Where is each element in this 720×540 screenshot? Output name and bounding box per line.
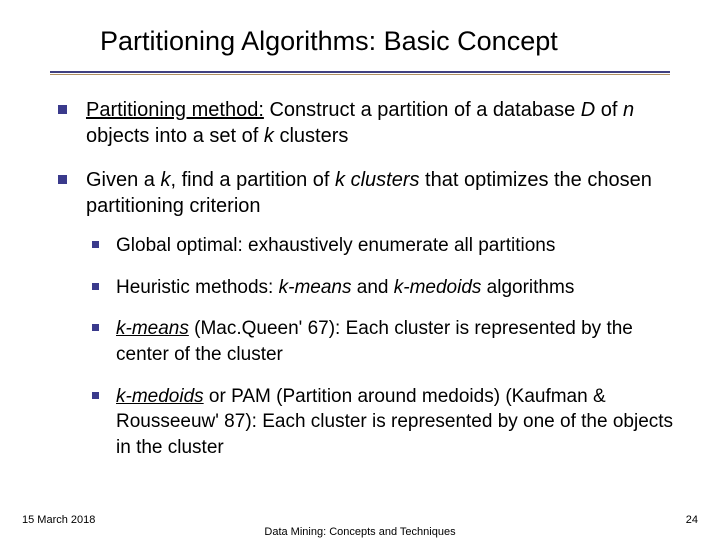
text: , find a partition of [170, 169, 335, 191]
bullet-item: Given a k, find a partition of k cluster… [52, 167, 680, 460]
footer-title: Data Mining: Concepts and Techniques [0, 526, 720, 538]
text: Given a [86, 169, 160, 191]
sub-bullet-item: Global optimal: exhaustively enumerate a… [86, 233, 680, 259]
text-underline: Partitioning method: [86, 99, 264, 121]
bullet-list-inner: Global optimal: exhaustively enumerate a… [86, 233, 680, 460]
sub-bullet-item: k-means (Mac.Queen' 67): Each cluster is… [86, 316, 680, 367]
bullet-item: Partitioning method: Construct a partiti… [52, 97, 680, 149]
slide-title: Partitioning Algorithms: Basic Concept [100, 26, 680, 57]
text: Construct a partition of a database [264, 99, 581, 121]
text: (Mac.Queen' 67): Each cluster is represe… [116, 318, 633, 365]
text: algorithms [481, 277, 574, 298]
text-italic: k [264, 125, 274, 147]
text-italic-underline: k-means [116, 318, 189, 339]
text: objects into a set of [86, 125, 264, 147]
text-italic: n [623, 99, 634, 121]
text-italic-underline: k-medoids [116, 386, 204, 407]
sub-bullet-item: k-medoids or PAM (Partition around medoi… [86, 384, 680, 461]
text-italic: k [160, 169, 170, 191]
sub-bullet-item: Heuristic methods: k-means and k-medoids… [86, 275, 680, 301]
text: Heuristic methods: [116, 277, 279, 298]
slide-content: Partitioning method: Construct a partiti… [0, 75, 720, 460]
footer-date: 15 March 2018 [22, 514, 95, 526]
text: Global optimal: exhaustively enumerate a… [116, 235, 555, 256]
text-italic: k-means [279, 277, 352, 298]
bullet-list-outer: Partitioning method: Construct a partiti… [52, 97, 680, 460]
text-italic: k clusters [335, 169, 419, 191]
text: and [351, 277, 393, 298]
title-area: Partitioning Algorithms: Basic Concept [0, 0, 720, 65]
text-italic: k-medoids [394, 277, 482, 298]
text: of [595, 99, 623, 121]
footer-page-number: 24 [686, 514, 698, 526]
text-italic: D [581, 99, 595, 121]
text: clusters [274, 125, 348, 147]
